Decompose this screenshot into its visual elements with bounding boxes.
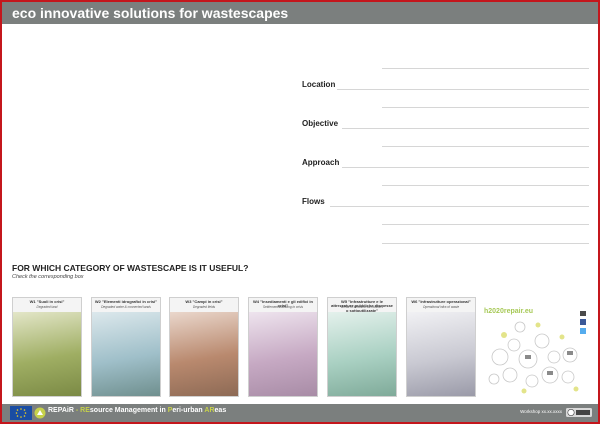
brand-text-part: AR [204, 407, 215, 414]
wastescape-card-w5[interactable]: W5 "Infrastrutture e le attrezzature pub… [327, 297, 397, 397]
creative-commons-icon [566, 408, 592, 417]
card-subtitle: Operational infra of waste [422, 305, 460, 309]
gear-network-graphic [488, 321, 579, 394]
envelope-icon[interactable] [580, 311, 586, 316]
field-line [382, 243, 589, 244]
card-title: W6 "Infrastrutture operazional" [411, 299, 471, 304]
card-title: W2 "Elementi idrografici in crisi" [94, 299, 158, 304]
field-line [382, 107, 589, 108]
card-photo [92, 312, 160, 396]
card-title: W1 "Suoli in crisi" [29, 299, 65, 304]
objective-answer-line[interactable] [342, 128, 589, 129]
flows-answer-line[interactable] [330, 206, 589, 207]
card-photo [13, 312, 81, 396]
twitter-icon[interactable] [580, 328, 586, 334]
eu-flag-icon [10, 406, 32, 420]
wastescape-card-w4[interactable]: W4 "Insediamenti e gli edifici in crisi"… [248, 297, 318, 397]
repair-network-card: h2020repair.eu [480, 297, 590, 400]
poster-title: eco innovative solutions for wastescapes [12, 5, 289, 21]
card-photo [407, 312, 475, 396]
card-photo [328, 312, 396, 396]
card-photo [249, 312, 317, 396]
field-line [382, 185, 589, 186]
header-bar: eco innovative solutions for wastescapes [2, 2, 598, 24]
brand-text-part: eri-urban [172, 407, 205, 414]
card-subtitle: Settlements/building in crisis [262, 305, 304, 309]
card-subtitle: Degraded land [36, 305, 58, 309]
location-label: Location [302, 80, 336, 89]
card-subtitle: Degraded fields [192, 305, 216, 309]
category-question: FOR WHICH CATEGORY OF WASTESCAPE IS IT U… [12, 263, 249, 273]
card-subtitle: Degraded water & connected lands [101, 305, 151, 309]
brand-text-part: RE [80, 407, 90, 414]
card-title: W3 "Campi in crisi" [185, 299, 223, 304]
brand-text-part: REPAiR [48, 407, 74, 414]
approach-answer-line[interactable] [342, 167, 589, 168]
flows-label: Flows [302, 197, 325, 206]
field-line [382, 224, 589, 225]
wastescape-card-w1[interactable]: W1 "Suoli in crisi" Degraded land [12, 297, 82, 397]
project-name: REPAiR - REsource Management in Peri-urb… [48, 407, 226, 414]
wastescape-card-w3[interactable]: W3 "Campi in crisi" Degraded fields [169, 297, 239, 397]
brand-text-part: eas [214, 407, 227, 414]
objective-label: Objective [302, 119, 339, 128]
poster-frame: eco innovative solutions for wastescapes… [0, 0, 600, 424]
card-subtitle: Areas of infrastructure/utilities [341, 305, 383, 309]
brand-text-part: source Management in [89, 407, 168, 414]
repair-logo-icon [34, 407, 46, 419]
location-answer-line[interactable] [337, 89, 589, 90]
field-line [382, 68, 589, 69]
facebook-icon[interactable] [580, 319, 586, 325]
field-line [382, 146, 589, 147]
category-instructions: Check the corresponding box [12, 274, 84, 280]
card-photo [170, 312, 238, 396]
wastescape-card-w6[interactable]: W6 "Infrastrutture operazional" Operation… [406, 297, 476, 397]
footer-bar: REPAiR - REsource Management in Peri-urb… [2, 404, 598, 422]
wastescape-card-w2[interactable]: W2 "Elementi idrografici in crisi" Degrad… [91, 297, 161, 397]
approach-label: Approach [302, 158, 340, 167]
workshop-date: Workshop xx.xx.xxxx [520, 409, 562, 414]
